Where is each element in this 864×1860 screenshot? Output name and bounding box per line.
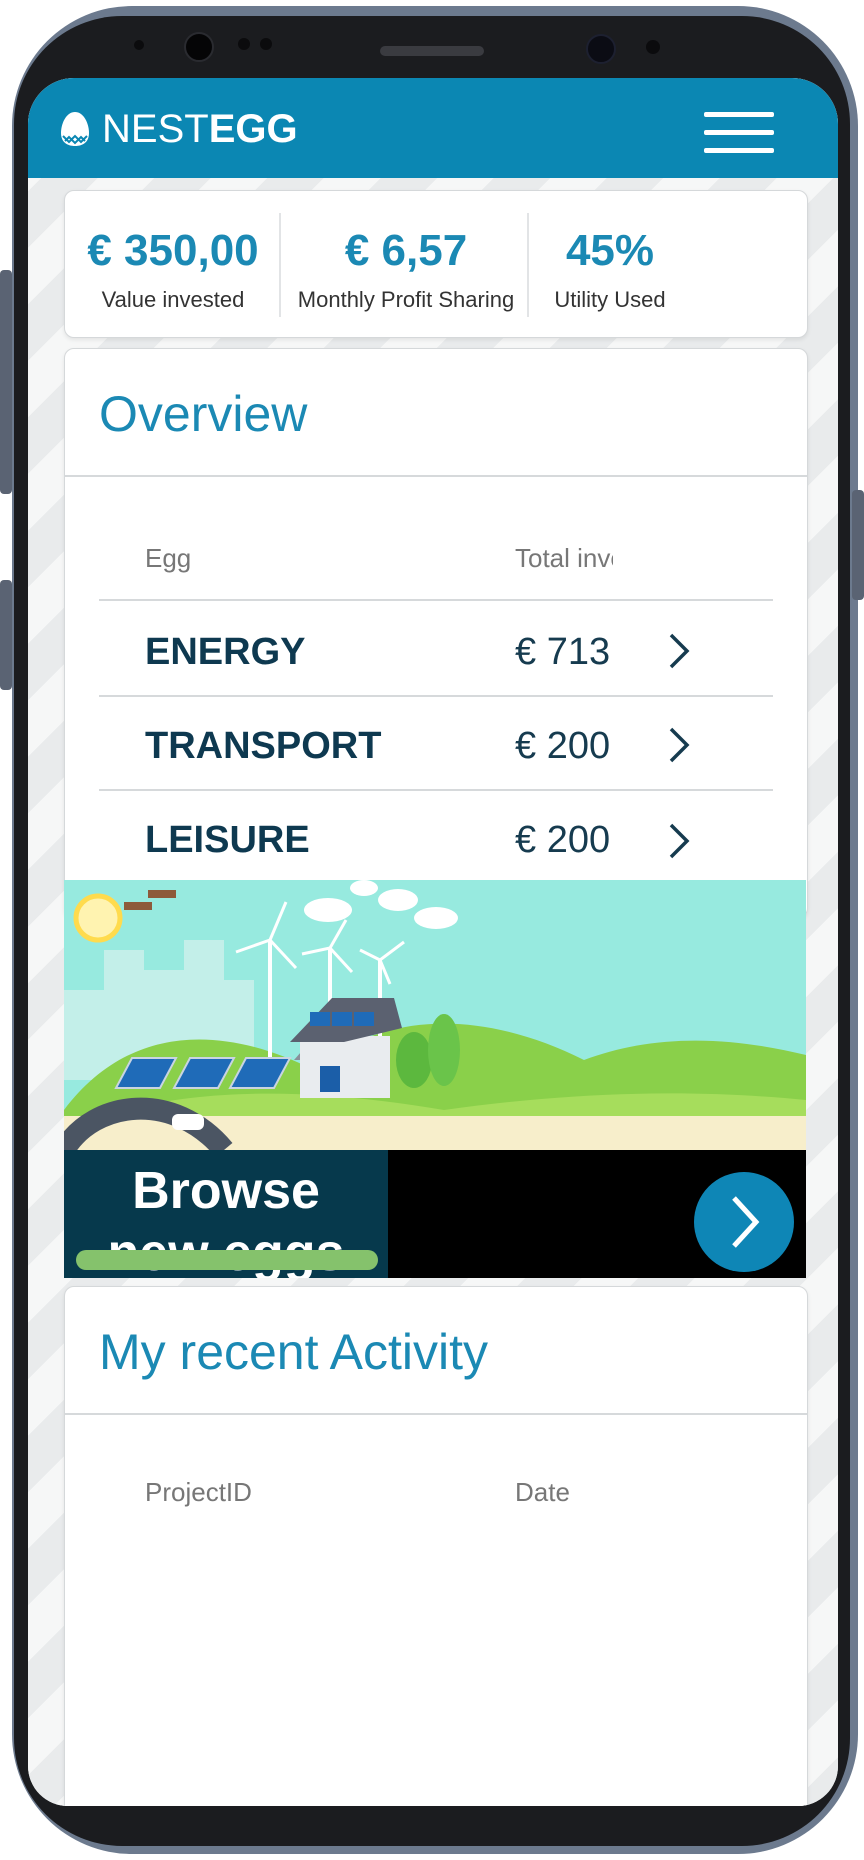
table-row-name[interactable]: LEISURE <box>145 819 310 862</box>
stat-value: 45% <box>565 226 655 275</box>
arrow-circle-icon <box>732 1196 760 1248</box>
brand-name: NESTEGG <box>102 108 298 150</box>
stats-summary: € 350,00 Value invested € 6,57 Monthly P… <box>64 190 808 338</box>
table-row-total: € 713, <box>515 631 613 673</box>
stat-value-invested: € 350,00 Value invested <box>75 191 271 337</box>
sensor-dot <box>260 38 272 50</box>
column-header-date: Date <box>515 1477 570 1507</box>
browse-eggs-button[interactable] <box>694 1172 794 1272</box>
sensor-dot <box>134 40 144 50</box>
chevron-right-icon[interactable] <box>667 725 693 765</box>
app-header: NESTEGG <box>28 78 838 178</box>
front-camera <box>184 32 214 62</box>
app-screen: NESTEGG € 350,00 Value invested € 6,57 M… <box>28 78 838 1806</box>
divider <box>99 789 773 791</box>
table-row-total: € 200, <box>515 819 613 861</box>
power-button <box>852 490 864 600</box>
brand-logo[interactable]: NESTEGG <box>60 108 298 150</box>
brand-name-bold: EGG <box>208 107 298 151</box>
earpiece-speaker <box>380 46 484 56</box>
divider <box>65 1413 807 1415</box>
divider <box>65 475 807 477</box>
stat-label: Value invested <box>101 287 245 312</box>
activity-card: My recent Activity ProjectID Date <box>64 1286 808 1806</box>
volume-button <box>0 270 12 494</box>
browse-eggs-banner[interactable]: Browse new eggs <box>64 880 806 1278</box>
green-energy-illustration <box>64 880 806 1150</box>
divider <box>527 213 529 317</box>
side-button <box>0 580 12 690</box>
divider <box>99 695 773 697</box>
overview-card: Overview Egg Total inve ENERGY € 713, TR… <box>64 348 808 918</box>
chevron-right-icon[interactable] <box>667 631 693 671</box>
table-row-total: € 200, <box>515 725 613 767</box>
stat-value: € 350,00 <box>87 226 259 275</box>
table-row-name[interactable]: ENERGY <box>145 631 305 674</box>
column-header-projectid: ProjectID <box>145 1477 252 1507</box>
column-header-total: Total inve <box>515 543 613 573</box>
hamburger-menu-icon[interactable] <box>704 110 774 153</box>
stat-monthly-profit: € 6,57 Monthly Profit Sharing <box>293 191 519 337</box>
chevron-right-icon[interactable] <box>667 821 693 861</box>
sensor-dot <box>238 38 250 50</box>
overview-title: Overview <box>99 386 308 442</box>
banner-accent-bar <box>76 1250 378 1270</box>
column-header-egg: Egg <box>145 543 192 573</box>
stat-label: Monthly Profit Sharing <box>297 287 515 312</box>
divider <box>279 213 281 317</box>
iris-camera <box>586 34 616 64</box>
stat-value: € 6,57 <box>344 226 468 275</box>
browse-line-1: Browse <box>132 1162 320 1220</box>
table-row-name[interactable]: TRANSPORT <box>145 725 381 768</box>
stat-utility-used: 45% Utility Used <box>539 191 681 337</box>
brand-name-light: NEST <box>102 107 209 151</box>
divider <box>99 599 773 601</box>
egg-logo-icon <box>61 112 89 146</box>
sensor-dot <box>646 40 660 54</box>
stat-label: Utility Used <box>554 287 666 312</box>
activity-title: My recent Activity <box>99 1324 488 1380</box>
